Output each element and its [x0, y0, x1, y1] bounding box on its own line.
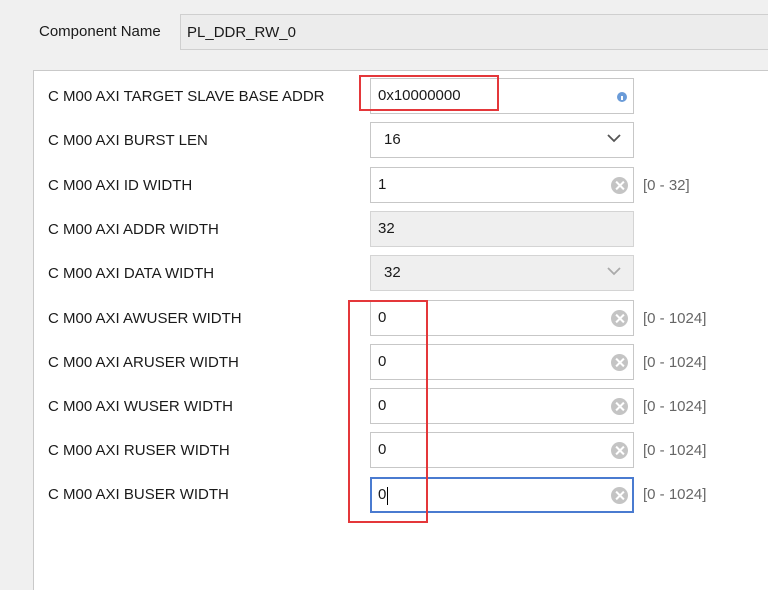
- wuser-width-range: [0 - 1024]: [643, 398, 707, 415]
- param-label-aruser-width: C M00 AXI ARUSER WIDTH: [48, 354, 239, 371]
- component-name-input[interactable]: PL_DDR_RW_0: [180, 14, 768, 50]
- aruser-width-range: [0 - 1024]: [643, 354, 707, 371]
- clear-icon[interactable]: [611, 398, 628, 415]
- ruser-width-value: 0: [378, 441, 387, 458]
- param-label-burst-len: C M00 AXI BURST LEN: [48, 132, 208, 149]
- ruser-width-input[interactable]: 0: [370, 432, 634, 468]
- clear-icon[interactable]: [611, 354, 628, 371]
- buser-width-input[interactable]: 0: [370, 477, 634, 513]
- info-icon[interactable]: [617, 92, 627, 102]
- param-label-awuser-width: C M00 AXI AWUSER WIDTH: [48, 310, 242, 327]
- id-width-input[interactable]: 1: [370, 167, 634, 203]
- param-label-data-width: C M00 AXI DATA WIDTH: [48, 265, 215, 282]
- param-label-buser-width: C M00 AXI BUSER WIDTH: [48, 486, 229, 503]
- text-cursor: [387, 487, 388, 505]
- clear-icon[interactable]: [611, 310, 628, 327]
- wuser-width-value: 0: [378, 397, 387, 414]
- component-name-value: PL_DDR_RW_0: [187, 24, 296, 41]
- addr-width-field: 32: [370, 211, 634, 247]
- param-label-id-width: C M00 AXI ID WIDTH: [48, 177, 193, 194]
- buser-width-range: [0 - 1024]: [643, 486, 707, 503]
- target-slave-base-addr-input[interactable]: 0x10000000: [370, 78, 634, 114]
- data-width-value: 32: [384, 264, 401, 281]
- data-width-select: 32: [370, 255, 634, 291]
- component-name-label: Component Name: [39, 23, 161, 40]
- param-label-wuser-width: C M00 AXI WUSER WIDTH: [48, 398, 234, 415]
- param-label-target-slave-base-addr: C M00 AXI TARGET SLAVE BASE ADDR: [48, 88, 325, 105]
- aruser-width-input[interactable]: 0: [370, 344, 634, 380]
- buser-width-value: 0: [378, 486, 387, 503]
- burst-len-value: 16: [384, 131, 401, 148]
- chevron-down-icon[interactable]: [607, 133, 621, 143]
- param-label-ruser-width: C M00 AXI RUSER WIDTH: [48, 442, 230, 459]
- param-label-addr-width: C M00 AXI ADDR WIDTH: [48, 221, 219, 238]
- target-slave-base-addr-value: 0x10000000: [378, 87, 461, 104]
- burst-len-select[interactable]: 16: [370, 122, 634, 158]
- id-width-value: 1: [378, 176, 387, 193]
- ruser-width-range: [0 - 1024]: [643, 442, 707, 459]
- awuser-width-value: 0: [378, 309, 387, 326]
- awuser-width-range: [0 - 1024]: [643, 310, 707, 327]
- wuser-width-input[interactable]: 0: [370, 388, 634, 424]
- clear-icon[interactable]: [611, 442, 628, 459]
- id-width-range: [0 - 32]: [643, 177, 690, 194]
- awuser-width-input[interactable]: 0: [370, 300, 634, 336]
- clear-icon[interactable]: [611, 177, 628, 194]
- clear-icon[interactable]: [611, 487, 628, 504]
- chevron-down-icon: [607, 267, 621, 276]
- aruser-width-value: 0: [378, 353, 387, 370]
- addr-width-value: 32: [378, 220, 395, 237]
